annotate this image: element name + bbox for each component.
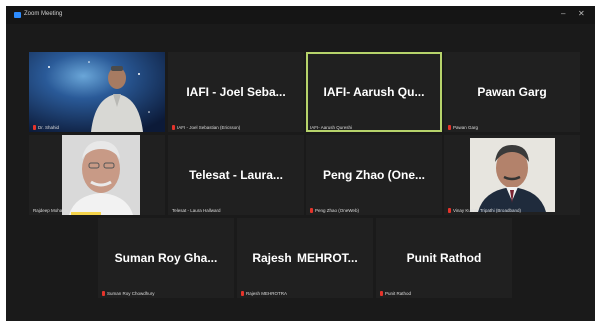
minimize-button[interactable]: – [561, 9, 565, 18]
title-bar: Zoom Meeting – ✕ [6, 6, 595, 24]
participant-video [444, 135, 580, 215]
muted-mic-icon [241, 291, 244, 296]
participant-display-name: Punit Rathod [406, 251, 482, 265]
participant-tile[interactable]: Suman Roy Gha... Suman Roy Chowdhury [98, 218, 234, 298]
muted-mic-icon [172, 125, 175, 130]
participant-tile[interactable]: Telesat - Laura... Telesat - Laura Hallw… [168, 135, 304, 215]
participant-display-name: IAFI - Joel Seba... [186, 85, 286, 99]
zoom-app-icon [14, 12, 21, 18]
participant-display-name: Rajesh MEHROT... [252, 251, 358, 265]
participant-video [29, 52, 165, 132]
participant-name-label: IAFI - Joel Sebastian (Ericsson) [172, 125, 240, 130]
muted-mic-icon [33, 125, 36, 130]
participant-name-label: Telesat - Laura Hallward [172, 208, 221, 213]
participant-tile[interactable]: Pawan Garg Pawan Garg [444, 52, 580, 132]
participant-display-name: IAFI- Aarush Qu... [323, 85, 425, 99]
participant-name-label: Pawan Garg [448, 125, 478, 130]
participant-tile[interactable]: Punit Rathod Punit Rathod [376, 218, 512, 298]
participant-name-label: Rajdeep Mohanty [33, 208, 69, 213]
participant-tile[interactable]: IAFI - Joel Seba... IAFI - Joel Sebastia… [168, 52, 304, 132]
participant-name-label: Peng Zhao (OneWeb) [310, 208, 359, 213]
participant-video [29, 135, 165, 215]
participant-display-name: Suman Roy Gha... [114, 251, 218, 265]
participant-display-name: Pawan Garg [477, 85, 547, 99]
zoom-window: Zoom Meeting – ✕ Dr. Shahid IAFI - Joel … [6, 6, 595, 321]
participant-tile-active-speaker[interactable]: IAFI- Aarush Qu... IAFI- Aarush Qureshi [306, 52, 442, 132]
close-button[interactable]: ✕ [578, 9, 585, 18]
participant-tile[interactable]: Rajdeep Mohanty [29, 135, 165, 215]
window-title: Zoom Meeting [24, 11, 63, 17]
participant-name-label: Rajesh MEHROTRA [241, 291, 287, 296]
participant-name-label: Dr. Shahid [33, 125, 59, 130]
participant-display-name: Peng Zhao (One... [322, 168, 425, 182]
participant-tile[interactable]: Rajesh MEHROT... Rajesh MEHROTRA [237, 218, 373, 298]
muted-mic-icon [380, 291, 383, 296]
participant-name-label: Punit Rathod [380, 291, 411, 296]
participant-tile[interactable]: Vinay Kumar Tripathi (Broadband) [444, 135, 580, 215]
participant-name-label: Vinay Kumar Tripathi (Broadband) [448, 208, 521, 213]
muted-mic-icon [310, 208, 313, 213]
muted-mic-icon [102, 291, 105, 296]
participant-tile[interactable]: Dr. Shahid [29, 52, 165, 132]
participant-name-label: IAFI- Aarush Qureshi [310, 125, 353, 130]
participant-display-name: Telesat - Laura... [189, 168, 283, 182]
participant-tile[interactable]: Peng Zhao (One... Peng Zhao (OneWeb) [306, 135, 442, 215]
participant-name-label: Suman Roy Chowdhury [102, 291, 155, 296]
muted-mic-icon [448, 208, 451, 213]
muted-mic-icon [448, 125, 451, 130]
